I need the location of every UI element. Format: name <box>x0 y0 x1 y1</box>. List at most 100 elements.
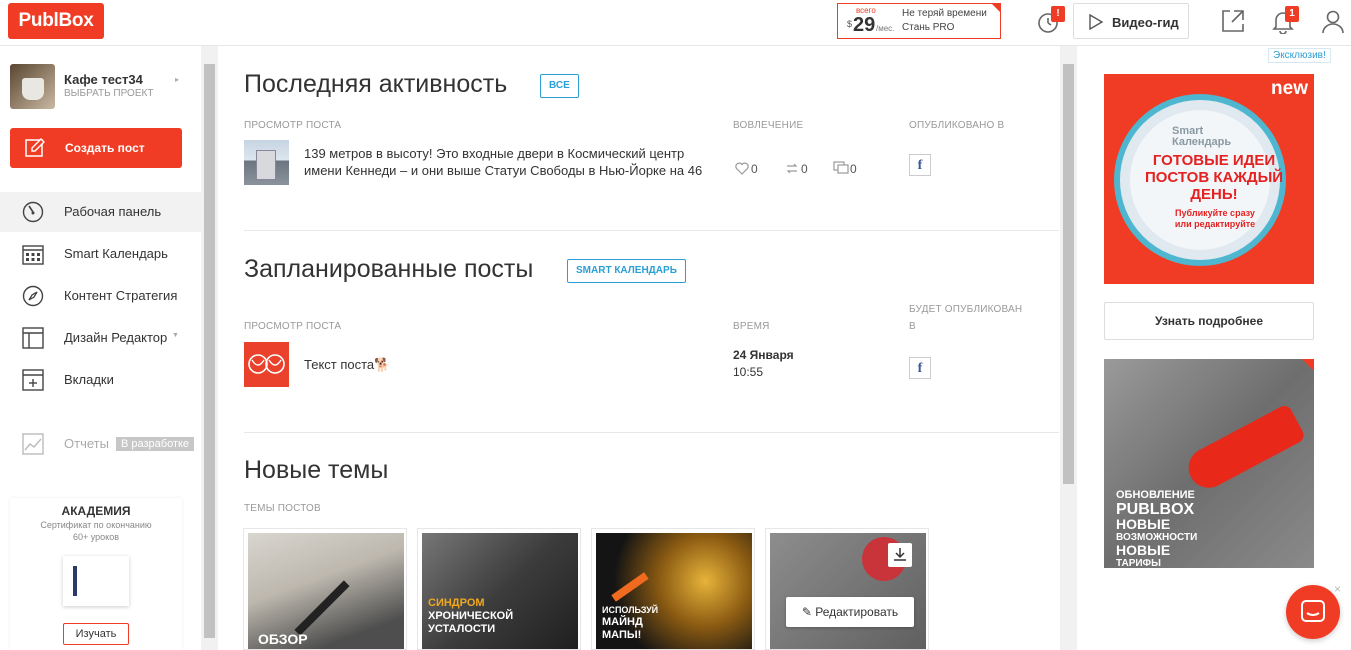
theme-caption-3: МАПЫ! <box>602 629 642 641</box>
promo-line-2: Стань PRO <box>902 22 955 33</box>
tabs-icon <box>22 369 44 391</box>
play-icon <box>1089 14 1104 30</box>
ad2-line-3: НОВЫЕ <box>1116 516 1171 532</box>
academy-lessons-text: 60+ уроков <box>72 532 119 542</box>
sidebar: Кафе тест34 ВЫБРАТЬ ПРОЕКТ ▸ Создать пос… <box>0 46 201 650</box>
knife-illustration <box>1181 403 1307 495</box>
repost-icon <box>786 163 798 174</box>
select-project-link[interactable]: ВЫБРАТЬ ПРОЕКТ <box>64 88 153 99</box>
exclusive-badge[interactable]: Эксклюзив! <box>1268 48 1331 63</box>
promo-currency: $ <box>847 19 853 29</box>
notification-badge: 1 <box>1285 6 1299 22</box>
comment-icon <box>833 161 849 174</box>
sidebar-scrollbar[interactable] <box>201 46 218 650</box>
main-scrollbar[interactable] <box>1060 46 1077 650</box>
user-icon[interactable] <box>1320 8 1348 36</box>
pro-promo[interactable]: всего $ 29 /мес. Не теряй времени Стань … <box>837 3 1001 39</box>
col-published-in: ОПУБЛИКОВАНО В <box>909 120 1005 131</box>
timer-badge: ! <box>1051 6 1065 22</box>
sidebar-item-reports[interactable]: Отчеты В разработке <box>0 424 201 464</box>
sidebar-item-calendar[interactable]: Smart Календарь <box>0 234 201 274</box>
learn-more-button[interactable]: Узнать подробнее <box>1104 302 1314 340</box>
theme-card-hover[interactable]: ✎ Редактировать <box>765 528 929 650</box>
facebook-icon[interactable]: f <box>909 154 931 176</box>
create-post-label: Создать пост <box>65 141 145 155</box>
academy-title: АКАДЕМИЯ <box>61 504 131 518</box>
post-text-line-1[interactable]: 139 метров в высоту! Это входные двери в… <box>304 145 684 162</box>
scheduled-date: 24 Января <box>733 348 794 362</box>
ad-subline-1: Публикуйте сразу <box>1175 208 1255 218</box>
chat-button[interactable] <box>1286 585 1340 639</box>
project-avatar[interactable] <box>10 64 55 109</box>
col-post-preview: ПРОСМОТР ПОСТА <box>244 321 342 332</box>
new-themes-title: Новые темы <box>244 456 389 484</box>
likes-count: 0 <box>751 162 758 176</box>
heart-icon <box>735 162 749 175</box>
scheduled-posts-title: Запланированные посты <box>244 255 534 283</box>
close-icon[interactable]: × <box>1334 582 1341 596</box>
sidebar-item-label: Отчеты <box>64 436 109 451</box>
scheduled-post-text[interactable]: Текст поста🐕 <box>304 356 390 373</box>
sidebar-item-tabs[interactable]: Вкладки <box>0 360 201 400</box>
sidebar-item-label: Контент Стратегия <box>64 288 178 303</box>
sidebar-item-label: Вкладки <box>64 372 114 387</box>
download-icon[interactable] <box>888 543 912 567</box>
video-guide-label: Видео-гид <box>1112 15 1179 30</box>
ad-subline: Публикуйте сразу или редактируйте <box>1145 208 1285 230</box>
chat-icon <box>1301 600 1325 622</box>
theme-caption-2: МАЙНД <box>602 616 643 628</box>
post-text-line-2[interactable]: имени Кеннеди – и они выше Статуи Свобод… <box>304 162 702 179</box>
theme-caption-3: УСТАЛОСТИ <box>428 623 496 635</box>
academy-certificate-text: Сертификат по окончанию <box>40 520 152 530</box>
all-button[interactable]: ВСЕ <box>540 74 579 98</box>
theme-card-fatigue[interactable]: СИНДРОМ ХРОНИЧЕСКОЙ УСТАЛОСТИ <box>417 528 581 650</box>
shares-count: 0 <box>801 162 808 176</box>
col-time: ВРЕМЯ <box>733 321 770 332</box>
layout-icon <box>22 327 44 349</box>
col-will-publish-in-2: В <box>909 321 916 332</box>
smart-calendar-ad[interactable]: new Smart Календарь ГОТОВЫЕ ИДЕИ ПОСТОВ К… <box>1104 74 1314 284</box>
divider <box>244 230 1059 231</box>
col-will-publish-in: БУДЕТ ОПУБЛИКОВАН <box>909 304 1023 315</box>
update-ad[interactable]: ОБНОВЛЕНИЕ PUBLBOX НОВЫЕ ВОЗМОЖНОСТИ НОВ… <box>1104 359 1314 568</box>
col-engagement: ВОВЛЕЧЕНИЕ <box>733 120 804 131</box>
chevron-right-icon[interactable]: ▸ <box>175 75 179 84</box>
post-thumbnail[interactable] <box>244 140 289 185</box>
sidebar-item-label: Рабочая панель <box>64 204 162 219</box>
video-guide-button[interactable]: Видео-гид <box>1073 3 1189 39</box>
project-name[interactable]: Кафе тест34 <box>64 72 143 87</box>
sidebar-item-dashboard[interactable]: Рабочая панель <box>0 192 201 232</box>
ad-update-text: ОБНОВЛЕНИЕ PUBLBOX НОВЫЕ ВОЗМОЖНОСТИ НОВ… <box>1116 489 1197 568</box>
edit-icon <box>25 138 45 157</box>
sidebar-item-design-editor[interactable]: Дизайн Редактор ▼ <box>0 318 201 358</box>
dashboard-icon <box>22 201 44 223</box>
comments-count: 0 <box>850 162 857 176</box>
scheduled-time: 10:55 <box>733 365 764 379</box>
divider <box>244 432 1059 433</box>
promo-period: /мес. <box>876 24 895 33</box>
smart-calendar-button[interactable]: SMART КАЛЕНДАРЬ <box>567 259 686 283</box>
main-content: Последняя активность ВСЕ ПРОСМОТР ПОСТА … <box>218 46 1060 650</box>
create-post-button[interactable]: Создать пост <box>10 128 182 168</box>
learn-button[interactable]: Изучать <box>63 623 129 645</box>
calendar-icon <box>22 245 44 265</box>
theme-caption-1: СИНДРОМ <box>428 597 485 609</box>
in-development-badge: В разработке <box>116 437 195 451</box>
publbox-logo[interactable]: PublBox <box>8 3 104 39</box>
promo-corner <box>992 4 1000 12</box>
theme-card-review[interactable]: ОБЗОР <box>243 528 407 650</box>
sidebar-item-content-strategy[interactable]: Контент Стратегия <box>0 276 201 316</box>
academy-illustration <box>63 556 129 606</box>
theme-card-mind-maps[interactable]: ИСПОЛЬЗУЙ МАЙНД МАПЫ! <box>591 528 755 650</box>
theme-caption-1: ИСПОЛЬЗУЙ <box>602 605 659 615</box>
theme-caption: ОБЗОР <box>258 631 308 647</box>
edit-theme-button[interactable]: ✎ Редактировать <box>786 597 914 627</box>
edit-theme-label: Редактировать <box>815 605 899 619</box>
sidebar-item-label: Дизайн Редактор <box>64 330 168 345</box>
post-themes-subtitle: ТЕМЫ ПОСТОВ <box>244 503 321 514</box>
post-thumbnail[interactable] <box>244 342 289 387</box>
ad2-line-6: ТАРИФЫ <box>1116 558 1161 568</box>
external-link-icon[interactable] <box>1220 8 1248 36</box>
recent-activity-title: Последняя активность <box>244 70 508 98</box>
facebook-icon[interactable]: f <box>909 357 931 379</box>
